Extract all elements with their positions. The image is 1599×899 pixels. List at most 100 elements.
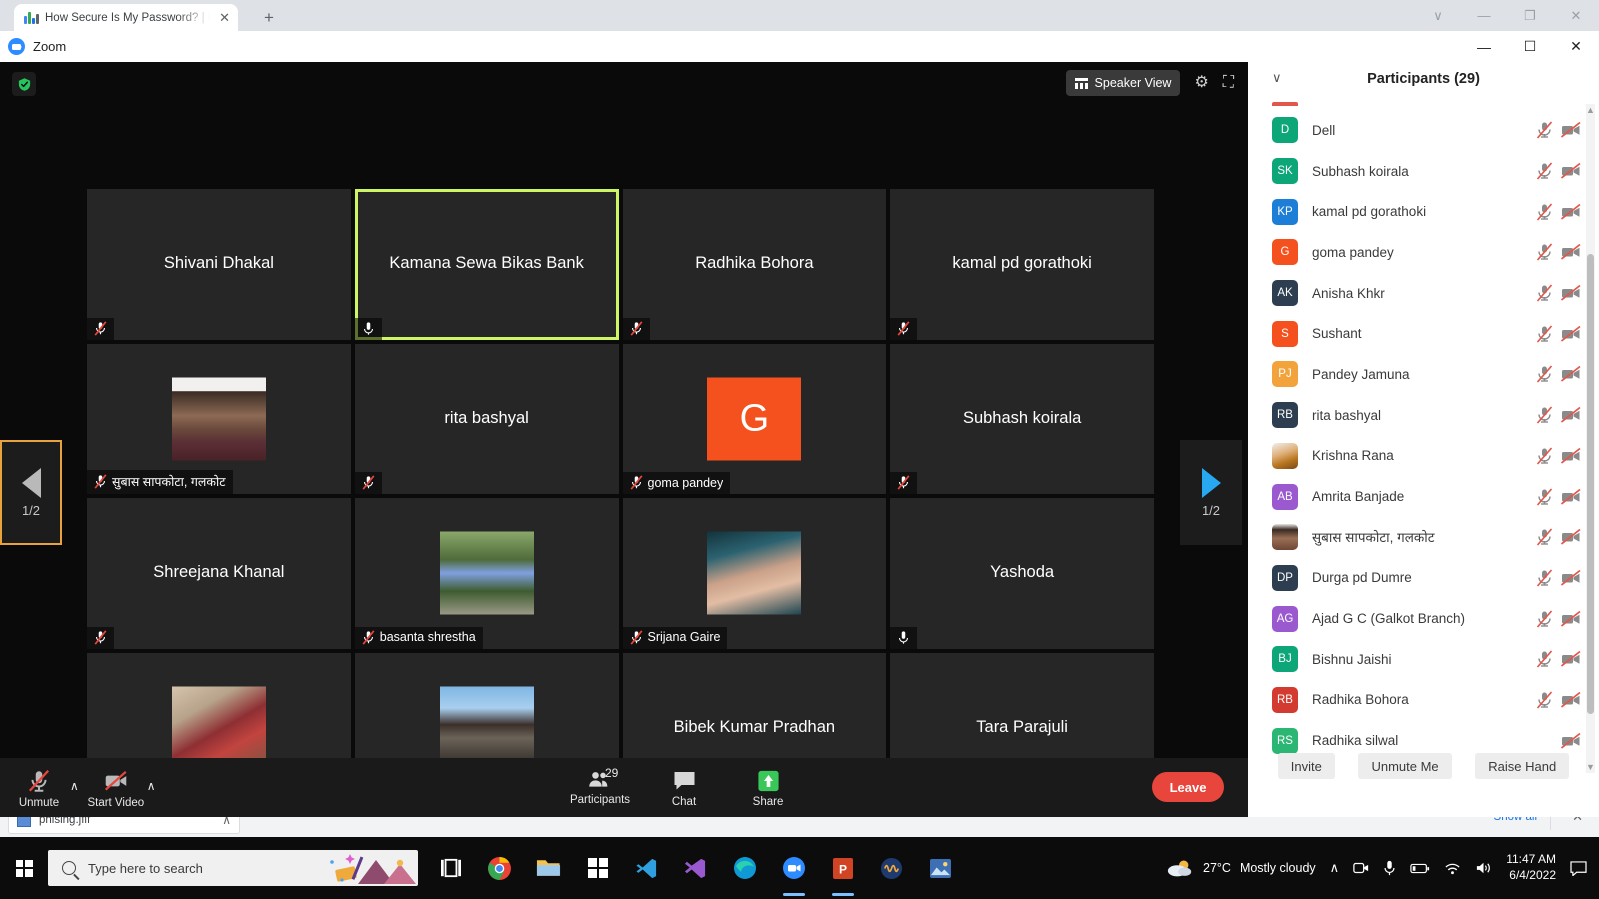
microphone-muted-icon[interactable] xyxy=(1536,406,1553,424)
participants-list[interactable]: DDellSKSubhash koiralaKPkamal pd goratho… xyxy=(1248,102,1599,773)
list-item[interactable]: Ggoma pandey xyxy=(1248,232,1599,273)
encryption-shield-icon[interactable] xyxy=(12,72,36,96)
microphone-muted-icon[interactable] xyxy=(1536,691,1553,709)
video-tile[interactable]: Subhash koirala xyxy=(890,344,1154,495)
list-item[interactable]: DPDurga pd Dumre xyxy=(1248,558,1599,599)
video-tile[interactable]: basanta shrestha xyxy=(355,498,619,649)
video-tile[interactable]: सुबास सापकोटा, गलकोट xyxy=(87,344,351,495)
share-screen-button[interactable]: Share xyxy=(733,764,803,808)
microphone-muted-icon[interactable] xyxy=(1536,488,1553,506)
video-tile[interactable]: Shreejana Khanal xyxy=(87,498,351,649)
microphone-muted-icon[interactable] xyxy=(1536,121,1553,139)
powerpoint-icon[interactable]: P xyxy=(818,837,867,899)
video-tile[interactable]: kamal pd gorathoki xyxy=(890,189,1154,340)
browser-close-button[interactable]: ✕ xyxy=(1553,0,1599,31)
clock-widget[interactable]: 11:47 AM 6/4/2022 xyxy=(1506,852,1556,883)
microphone-muted-icon[interactable] xyxy=(1536,447,1553,465)
leave-meeting-button[interactable]: Leave xyxy=(1152,772,1224,802)
action-center-icon[interactable] xyxy=(1570,861,1587,876)
tab-close-icon[interactable]: ✕ xyxy=(217,9,232,26)
video-camera-off-icon[interactable] xyxy=(1561,570,1581,586)
photos-icon[interactable] xyxy=(916,837,965,899)
tray-expand-caret-icon[interactable]: ∧ xyxy=(1330,860,1340,876)
video-tile[interactable]: rita bashyal xyxy=(355,344,619,495)
scroll-up-icon[interactable]: ▲ xyxy=(1586,104,1595,116)
zoom-taskbar-icon[interactable] xyxy=(769,837,818,899)
microphone-muted-icon[interactable] xyxy=(1536,610,1553,628)
next-page-button[interactable]: 1/2 xyxy=(1180,440,1242,545)
start-button[interactable] xyxy=(0,837,48,899)
tray-battery-icon[interactable] xyxy=(1410,862,1430,875)
microphone-muted-icon[interactable] xyxy=(1536,162,1553,180)
video-tile[interactable]: Srijana Gaire xyxy=(623,498,887,649)
video-camera-off-icon[interactable] xyxy=(1561,204,1581,220)
list-item[interactable]: AGAjad G C (Galkot Branch) xyxy=(1248,598,1599,639)
unmute-button[interactable]: Unmute xyxy=(8,764,70,809)
video-camera-off-icon[interactable] xyxy=(1561,692,1581,708)
microsoft-store-icon[interactable] xyxy=(573,837,622,899)
participants-button[interactable]: 29 Participants xyxy=(565,764,635,808)
list-item[interactable]: DDell xyxy=(1248,110,1599,151)
scrollbar-thumb[interactable] xyxy=(1587,254,1594,714)
video-camera-off-icon[interactable] xyxy=(1561,651,1581,667)
list-item[interactable]: Krishna Rana xyxy=(1248,436,1599,477)
raise-hand-button[interactable]: Raise Hand xyxy=(1475,753,1569,779)
video-camera-off-icon[interactable] xyxy=(1561,366,1581,382)
taskbar-search-box[interactable]: Type here to search xyxy=(48,850,418,886)
video-tile[interactable]: Kamana Sewa Bikas Bank xyxy=(355,189,619,340)
previous-page-button[interactable]: 1/2 xyxy=(0,440,62,545)
video-camera-off-icon[interactable] xyxy=(1561,122,1581,138)
browser-tab[interactable]: How Secure Is My Password? | Pa ✕ xyxy=(14,4,238,31)
video-tile[interactable]: Ggoma pandey xyxy=(623,344,887,495)
video-camera-off-icon[interactable] xyxy=(1561,448,1581,464)
list-item[interactable]: RBrita bashyal xyxy=(1248,395,1599,436)
zoom-minimize-button[interactable]: — xyxy=(1461,31,1507,62)
microphone-muted-icon[interactable] xyxy=(1536,325,1553,343)
browser-profile-caret-icon[interactable]: ∨ xyxy=(1415,0,1461,31)
video-camera-off-icon[interactable] xyxy=(1561,326,1581,342)
task-view-icon[interactable] xyxy=(426,837,475,899)
microphone-muted-icon[interactable] xyxy=(1536,365,1553,383)
weather-widget[interactable]: 27°C Mostly cloudy xyxy=(1166,858,1316,878)
video-camera-off-icon[interactable] xyxy=(1561,611,1581,627)
video-tile[interactable]: Radhika Bohora xyxy=(623,189,887,340)
zoom-maximize-button[interactable]: ☐ xyxy=(1507,31,1553,62)
settings-gear-icon[interactable]: ⚙ xyxy=(1194,75,1208,91)
unmute-me-button[interactable]: Unmute Me xyxy=(1358,753,1451,779)
list-item[interactable]: सुबास सापकोटा, गलकोट xyxy=(1248,517,1599,558)
chat-button[interactable]: Chat xyxy=(649,764,719,808)
audio-options-caret-icon[interactable]: ∧ xyxy=(70,779,85,809)
new-tab-button[interactable]: + xyxy=(258,7,280,29)
start-video-button[interactable]: Start Video xyxy=(85,764,147,809)
list-item[interactable]: AKAnisha Khkr xyxy=(1248,273,1599,314)
list-item[interactable]: RBRadhika Bohora xyxy=(1248,680,1599,721)
list-item[interactable]: KPkamal pd gorathoki xyxy=(1248,191,1599,232)
video-camera-off-icon[interactable] xyxy=(1561,407,1581,423)
microphone-muted-icon[interactable] xyxy=(1536,284,1553,302)
fullscreen-icon[interactable]: ⛶ xyxy=(1223,75,1234,91)
microphone-muted-icon[interactable] xyxy=(1536,203,1553,221)
tray-volume-icon[interactable] xyxy=(1475,861,1492,875)
vscode-icon[interactable] xyxy=(622,837,671,899)
video-camera-off-icon[interactable] xyxy=(1561,529,1581,545)
microphone-muted-icon[interactable] xyxy=(1536,243,1553,261)
video-options-caret-icon[interactable]: ∧ xyxy=(147,779,162,809)
visual-studio-icon[interactable] xyxy=(671,837,720,899)
list-item[interactable]: SKSubhash koirala xyxy=(1248,151,1599,192)
video-camera-off-icon[interactable] xyxy=(1561,285,1581,301)
video-tile[interactable]: Yashoda xyxy=(890,498,1154,649)
list-item[interactable]: BJBishnu Jaishi xyxy=(1248,639,1599,680)
microphone-muted-icon[interactable] xyxy=(1536,650,1553,668)
video-camera-off-icon[interactable] xyxy=(1561,489,1581,505)
microphone-muted-icon[interactable] xyxy=(1536,528,1553,546)
browser-minimize-button[interactable]: — xyxy=(1461,0,1507,31)
audacity-icon[interactable] xyxy=(867,837,916,899)
list-item[interactable]: PJPandey Jamuna xyxy=(1248,354,1599,395)
tray-camera-icon[interactable] xyxy=(1353,861,1369,875)
participants-scrollbar[interactable]: ▲ ▼ xyxy=(1586,104,1595,773)
panel-collapse-caret-icon[interactable]: ∨ xyxy=(1272,70,1282,86)
invite-button[interactable]: Invite xyxy=(1278,753,1335,779)
edge-icon[interactable] xyxy=(720,837,769,899)
tray-wifi-icon[interactable] xyxy=(1444,861,1461,875)
speaker-view-button[interactable]: Speaker View xyxy=(1066,70,1181,96)
